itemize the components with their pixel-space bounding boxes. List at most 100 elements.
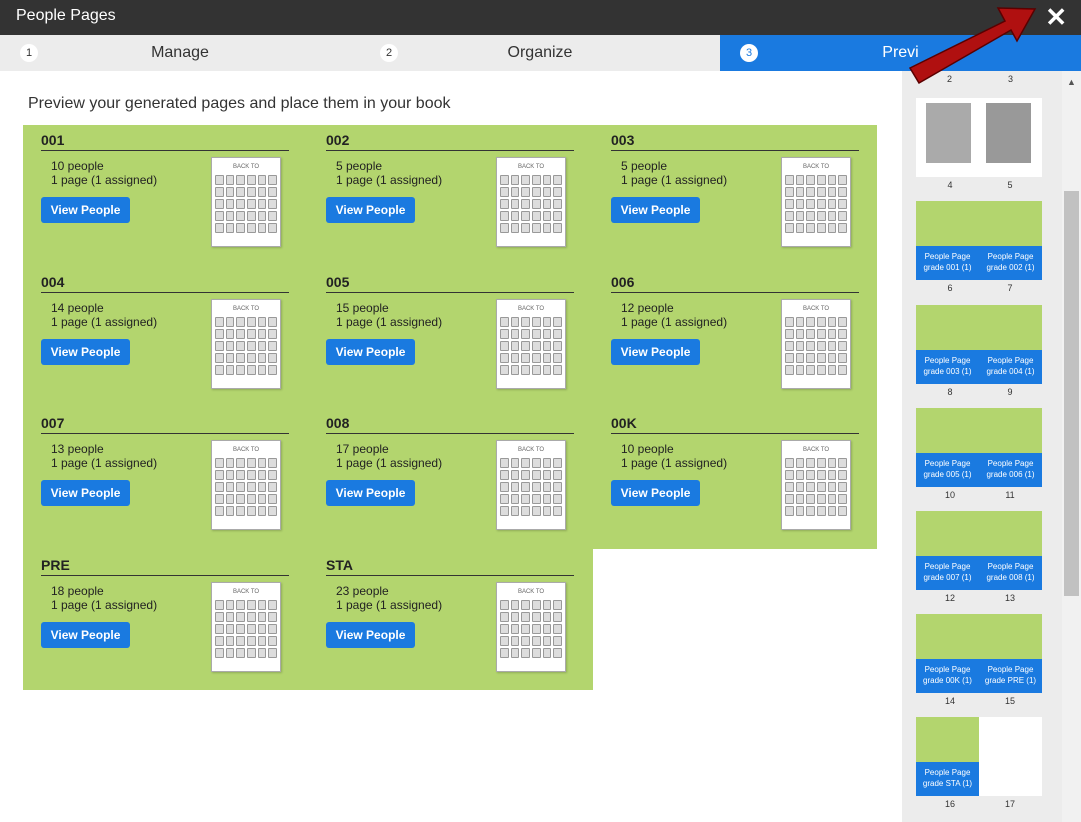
- photo-slot: [247, 494, 256, 504]
- photo-slot: [827, 506, 837, 516]
- photo-slot: [215, 600, 224, 610]
- photo-slot: [247, 341, 256, 351]
- photo-slot: [795, 341, 805, 351]
- people-page-card: 00K 10 people 1 page (1 assigned) View Peop…: [593, 408, 859, 533]
- spread-page-right[interactable]: People Page grade 002 (1): [979, 201, 1042, 280]
- photo-slot: [817, 494, 826, 504]
- photo-slot: [268, 341, 277, 351]
- photo-slot: [236, 506, 245, 516]
- scrollbar-thumb[interactable]: [1064, 191, 1079, 596]
- book-spread[interactable]: People Page grade STA (1): [916, 717, 1042, 796]
- photo-slot: [257, 175, 267, 185]
- view-people-button[interactable]: View People: [326, 197, 415, 223]
- photo-slot: [268, 470, 277, 480]
- close-icon[interactable]: ✕: [1045, 4, 1067, 30]
- page-thumbnail[interactable]: BACK TO: [211, 299, 281, 389]
- tab-organize[interactable]: 2 Organize: [360, 35, 720, 71]
- photo-slot: [500, 317, 509, 327]
- photo-slot: [785, 482, 794, 492]
- spread-page-right[interactable]: People Page grade PRE (1): [979, 614, 1042, 693]
- spread-page-left[interactable]: People Page grade 003 (1): [916, 305, 979, 384]
- photo-thumbnail: [926, 103, 971, 163]
- tab-preview[interactable]: 3 Previ: [720, 35, 1081, 71]
- spread-page-left[interactable]: People Page grade 005 (1): [916, 408, 979, 487]
- view-people-button[interactable]: View People: [41, 480, 130, 506]
- photo-slot: [236, 470, 245, 480]
- photo-slot: [236, 341, 245, 351]
- photo-slot: [510, 187, 520, 197]
- spread-page-right[interactable]: People Page grade 004 (1): [979, 305, 1042, 384]
- page-thumbnail[interactable]: BACK TO: [211, 157, 281, 247]
- view-people-button[interactable]: View People: [611, 480, 700, 506]
- photo-slot: [795, 187, 805, 197]
- view-people-button[interactable]: View People: [611, 339, 700, 365]
- page-thumbnail[interactable]: BACK TO: [496, 440, 566, 530]
- photo-slot: [532, 211, 541, 221]
- page-label: People Page grade 001 (1): [916, 246, 979, 280]
- scroll-up-icon[interactable]: ▲: [1067, 77, 1076, 87]
- photo-slot: [268, 612, 277, 622]
- book-spread[interactable]: People Page grade 00K (1) People Page grade…: [916, 614, 1042, 693]
- photo-slot: [257, 612, 267, 622]
- people-page-card: PRE 18 people 1 page (1 assigned) View Peop…: [23, 550, 289, 675]
- page-thumbnail[interactable]: BACK TO: [496, 157, 566, 247]
- view-people-button[interactable]: View People: [326, 480, 415, 506]
- page-thumbnail[interactable]: BACK TO: [781, 440, 851, 530]
- photo-slot: [795, 470, 805, 480]
- photo-slot: [827, 353, 837, 363]
- page-thumbnail[interactable]: BACK TO: [211, 582, 281, 672]
- book-spread[interactable]: People Page grade 003 (1) People Page grade…: [916, 305, 1042, 384]
- book-spread-photos[interactable]: [916, 98, 1042, 177]
- photo-slot: [532, 365, 541, 375]
- book-spread[interactable]: People Page grade 007 (1) People Page grade…: [916, 511, 1042, 590]
- view-people-button[interactable]: View People: [326, 622, 415, 648]
- people-count: 5 people: [621, 159, 668, 173]
- photo-slot: [500, 494, 509, 504]
- view-people-button[interactable]: View People: [41, 197, 130, 223]
- people-page-card: 002 5 people 1 page (1 assigned) View Peopl…: [308, 125, 574, 250]
- spread-page-right[interactable]: People Page grade 006 (1): [979, 408, 1042, 487]
- page-thumbnail[interactable]: BACK TO: [211, 440, 281, 530]
- photo-slot: [817, 329, 826, 339]
- page-thumbnail[interactable]: BACK TO: [781, 157, 851, 247]
- view-people-button[interactable]: View People: [41, 622, 130, 648]
- photo-slot: [510, 458, 520, 468]
- book-spread[interactable]: People Page grade 005 (1) People Page grade…: [916, 408, 1042, 487]
- group-name: 005: [326, 274, 574, 293]
- spread-page-left[interactable]: People Page grade STA (1): [916, 717, 979, 796]
- page-thumbnail[interactable]: BACK TO: [496, 582, 566, 672]
- photo-slot: [827, 199, 837, 209]
- spread-page-left[interactable]: People Page grade 001 (1): [916, 201, 979, 280]
- photo-slot: [817, 175, 826, 185]
- photo-slot: [236, 353, 245, 363]
- view-people-button[interactable]: View People: [326, 339, 415, 365]
- view-people-button[interactable]: View People: [41, 339, 130, 365]
- photo-slot: [553, 365, 562, 375]
- photo-slot: [225, 329, 235, 339]
- spread-page-left[interactable]: People Page grade 007 (1): [916, 511, 979, 590]
- spread-page-right[interactable]: People Page grade 008 (1): [979, 511, 1042, 590]
- photo-slot: [542, 636, 552, 646]
- photo-slot: [257, 482, 267, 492]
- people-page-card: 004 14 people 1 page (1 assigned) View Peop…: [23, 267, 289, 392]
- page-thumbnail[interactable]: BACK TO: [781, 299, 851, 389]
- photo-slot: [542, 199, 552, 209]
- photo-slot: [806, 341, 815, 351]
- photo-slot: [500, 600, 509, 610]
- photo-slot: [247, 470, 256, 480]
- group-name: 003: [611, 132, 859, 151]
- page-thumbnail[interactable]: BACK TO: [496, 299, 566, 389]
- people-page-card: STA 23 people 1 page (1 assigned) View Peop…: [308, 550, 574, 675]
- view-people-button[interactable]: View People: [611, 197, 700, 223]
- spread-page-left[interactable]: People Page grade 00K (1): [916, 614, 979, 693]
- photo-slot: [827, 187, 837, 197]
- photo-slot: [785, 223, 794, 233]
- book-spread[interactable]: People Page grade 001 (1) People Page grade…: [916, 201, 1042, 280]
- photo-slot: [215, 175, 224, 185]
- photo-slot: [795, 494, 805, 504]
- page-label: People Page grade 005 (1): [916, 453, 979, 487]
- photo-slot: [268, 494, 277, 504]
- tab-manage[interactable]: 1 Manage: [0, 35, 360, 71]
- sidebar-scrollbar[interactable]: ▲: [1062, 71, 1081, 822]
- photo-slot: [542, 624, 552, 634]
